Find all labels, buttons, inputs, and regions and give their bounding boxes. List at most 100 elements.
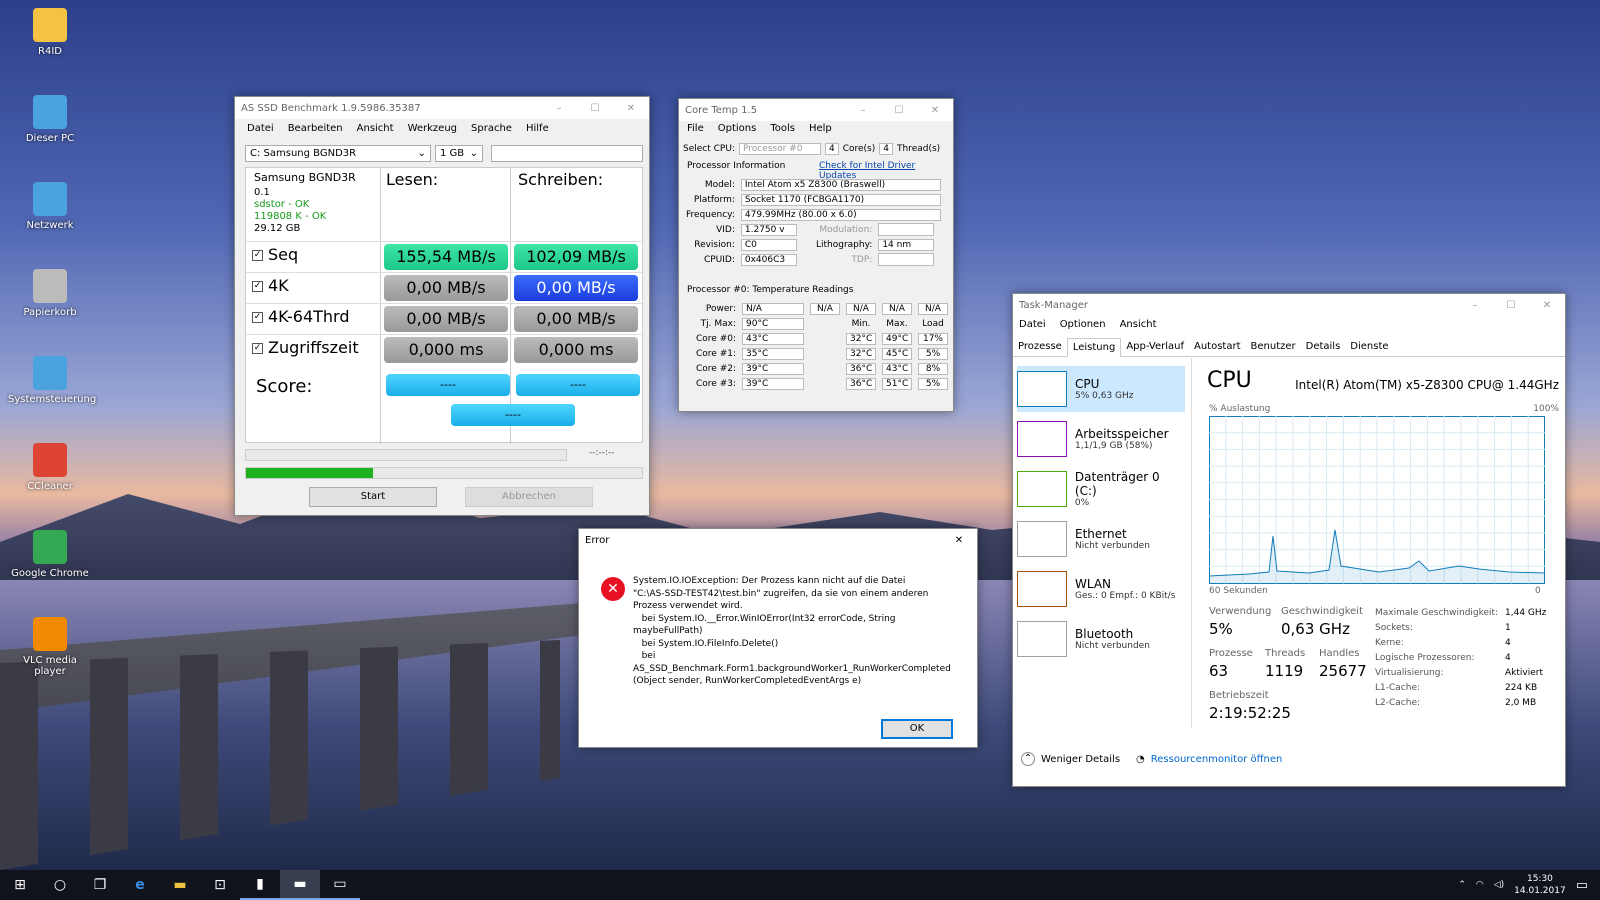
row-checkbox[interactable]: ✓ <box>252 312 263 323</box>
spec-value: 4 <box>1505 653 1511 663</box>
menu-item[interactable]: Bearbeiten <box>288 123 343 134</box>
model-value: Intel Atom x5 Z8300 (Braswell) <box>740 178 941 191</box>
size-select[interactable]: 1 GB ⌄ <box>435 145 483 162</box>
volume-icon[interactable]: ◁) <box>1494 880 1504 890</box>
desktop-icon[interactable]: CCleaner <box>8 443 92 492</box>
maximize-icon[interactable]: ☐ <box>881 105 917 116</box>
drive-info-line: Samsung BGND3R <box>254 171 356 184</box>
drive-select[interactable]: C: Samsung BGND3R ⌄ <box>245 145 431 162</box>
taskmanager-task-icon[interactable]: ▭ <box>320 870 360 900</box>
spec-row: Sockets: 1 <box>1375 621 1551 636</box>
freq-value: 479.99MHz (80.00 x 6.0) <box>740 208 941 221</box>
tab-app-verlauf[interactable]: App-Verlauf <box>1121 338 1189 356</box>
tab-autostart[interactable]: Autostart <box>1189 338 1246 356</box>
menu-item[interactable]: Datei <box>1019 319 1046 330</box>
usage-value: 5% <box>1209 620 1233 638</box>
store-icon[interactable]: ⊡ <box>200 870 240 900</box>
desktop-icon[interactable]: Systemsteuerung <box>8 356 96 405</box>
menu-item[interactable]: Ansicht <box>1120 319 1157 330</box>
processes-label: Prozesse <box>1209 648 1253 659</box>
handles-value: 25677 <box>1319 662 1367 680</box>
perf-item[interactable]: Arbeitsspeicher 1,1/1,9 GB (58%) <box>1017 416 1185 462</box>
menu-item[interactable]: File <box>687 123 704 134</box>
menu-item[interactable]: Werkzeug <box>408 123 457 134</box>
error-line: bei <box>633 651 656 661</box>
menu-item[interactable]: Help <box>809 123 832 134</box>
maximize-icon[interactable]: ☐ <box>577 103 613 114</box>
abort-button[interactable]: Abbrechen <box>465 487 593 507</box>
chevron-up-icon[interactable]: ⌃ <box>1458 880 1466 890</box>
resource-monitor-icon: ◔ <box>1136 753 1145 765</box>
close-icon[interactable]: ✕ <box>941 535 977 546</box>
perf-item[interactable]: WLAN Ges.: 0 Empf.: 0 KBit/s <box>1017 566 1185 612</box>
spec-row: Virtualisierung: Aktiviert <box>1375 666 1551 681</box>
menu-item[interactable]: Tools <box>770 123 795 134</box>
search-icon[interactable]: ○ <box>40 870 80 900</box>
app-icon <box>33 95 67 129</box>
desktop-icon[interactable]: Netzwerk <box>8 182 92 231</box>
modulation-value <box>878 223 935 236</box>
maximize-icon[interactable]: ☐ <box>1493 300 1529 311</box>
row-checkbox[interactable]: ✓ <box>252 250 263 261</box>
coretemp-task-icon[interactable]: ▮ <box>240 870 280 900</box>
edge-icon[interactable]: e <box>120 870 160 900</box>
chevron-up-icon[interactable]: ⌃ <box>1021 752 1035 766</box>
desktop-icon[interactable]: VLC media player <box>8 617 92 677</box>
tab-dienste[interactable]: Dienste <box>1345 338 1393 356</box>
revision-label: Revision: <box>694 239 735 250</box>
menu-item[interactable]: Ansicht <box>357 123 394 134</box>
ok-button[interactable]: OK <box>881 719 953 739</box>
tdp-value <box>878 253 935 266</box>
error-line: AS_SSD_Benchmark.Form1.backgroundWorker1… <box>633 663 951 674</box>
notification-icon[interactable]: ▭ <box>1576 878 1588 893</box>
row-checkbox[interactable]: ✓ <box>252 343 263 354</box>
perf-item[interactable]: Ethernet Nicht verbunden <box>1017 516 1185 562</box>
close-icon[interactable]: ✕ <box>613 103 649 114</box>
windows-start-icon[interactable]: ⊞ <box>0 870 40 900</box>
resource-monitor-link[interactable]: Ressourcenmonitor öffnen <box>1151 754 1283 765</box>
load-header: Load <box>922 318 944 329</box>
perf-item[interactable]: Bluetooth Nicht verbunden <box>1017 616 1185 662</box>
minimize-icon[interactable]: – <box>845 105 881 116</box>
menu-item[interactable]: Hilfe <box>526 123 549 134</box>
menu-item[interactable]: Optionen <box>1060 319 1106 330</box>
asssd-task-icon[interactable]: ▬ <box>280 870 320 900</box>
close-icon[interactable]: ✕ <box>917 105 953 116</box>
desktop-icon[interactable]: Papierkorb <box>8 269 92 318</box>
score-read: ---- <box>386 374 510 396</box>
minimize-icon[interactable]: – <box>541 103 577 114</box>
tab-leistung[interactable]: Leistung <box>1066 338 1122 357</box>
clock-date[interactable]: 14.01.2017 <box>1514 885 1566 897</box>
desktop-icon[interactable]: Dieser PC <box>8 95 92 144</box>
tab-benutzer[interactable]: Benutzer <box>1246 338 1301 356</box>
speed-value: 0,63 GHz <box>1281 620 1350 638</box>
desktop-icon-label: Google Chrome <box>11 568 89 579</box>
desktop-icon[interactable]: R4ID <box>8 8 92 57</box>
read-result: 0,00 MB/s <box>384 306 508 332</box>
lithography-label: Lithography: <box>816 239 873 250</box>
perf-item[interactable]: CPU 5% 0,63 GHz <box>1017 366 1185 412</box>
minimize-icon[interactable]: – <box>1457 300 1493 311</box>
explorer-icon[interactable]: ▬ <box>160 870 200 900</box>
perf-item[interactable]: Datenträger 0 (C:) 0% <box>1017 466 1185 512</box>
task-view-icon[interactable]: ❐ <box>80 870 120 900</box>
desktop-icon[interactable]: Google Chrome <box>8 530 92 579</box>
menu-item[interactable]: Datei <box>247 123 274 134</box>
seconds-label: 60 Sekunden <box>1209 586 1268 596</box>
processor-select[interactable]: Processor #0 <box>738 143 821 155</box>
drive-info-line: 0.1 <box>254 187 270 198</box>
blank-field[interactable] <box>491 145 643 162</box>
wifi-icon[interactable]: ◠ <box>1476 880 1484 890</box>
start-button[interactable]: Start <box>309 487 437 507</box>
menu-item[interactable]: Sprache <box>471 123 512 134</box>
clock-time[interactable]: 15:30 <box>1514 873 1566 885</box>
tab-prozesse[interactable]: Prozesse <box>1013 338 1067 356</box>
row-checkbox[interactable]: ✓ <box>252 281 263 292</box>
menu-item[interactable]: Options <box>718 123 757 134</box>
row-divider <box>246 272 644 273</box>
close-icon[interactable]: ✕ <box>1529 300 1565 311</box>
tab-details[interactable]: Details <box>1301 338 1346 356</box>
row-label: Zugriffszeit <box>268 338 359 357</box>
fewer-details-link[interactable]: Weniger Details <box>1041 754 1120 765</box>
window-title: Core Temp 1.5 <box>685 104 758 116</box>
